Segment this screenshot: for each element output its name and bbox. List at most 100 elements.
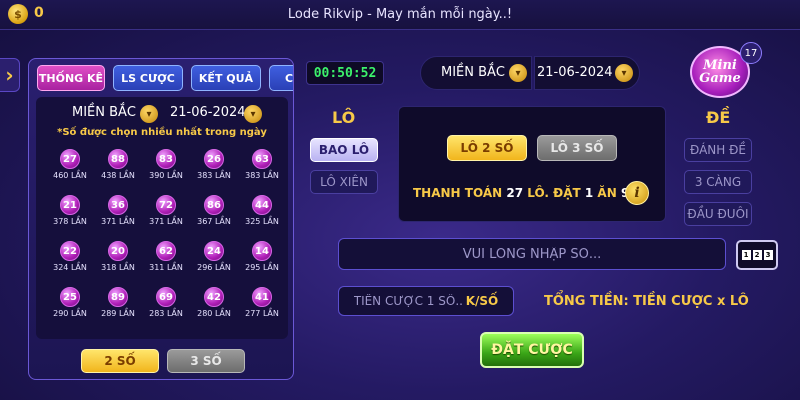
stat-count: 280 LẦN [197,309,231,318]
stat-count: 289 LẦN [101,309,135,318]
number-ball[interactable]: 22 [60,241,80,261]
lo-title: LÔ [332,108,356,127]
three-digit-button[interactable]: 3 SỐ [167,349,245,373]
stat-count: 311 LẦN [149,263,183,272]
payout-bet-value: 1 [584,186,594,200]
number-ball[interactable]: 24 [204,241,224,261]
stat-count: 325 LẦN [245,217,279,226]
number-ball[interactable]: 83 [156,149,176,169]
chevron-down-icon[interactable]: ▾ [615,64,633,82]
stat-count: 371 LẦN [149,217,183,226]
stat-item: 72 371 LẦN [144,195,188,226]
number-ball[interactable]: 36 [108,195,128,215]
stat-count: 295 LẦN [245,263,279,272]
most-picked-note: *Số được chọn nhiều nhất trong ngày [57,127,267,138]
payout-pay-value: 27 [506,186,524,200]
stat-item: 86 367 LẦN [192,195,236,226]
date-select[interactable]: 21-06-2024 ▾ [534,56,640,90]
dau-duoi-option[interactable]: ĐẦU ĐUÔI [684,202,752,226]
number-ball[interactable]: 69 [156,287,176,307]
stat-item: 44 325 LẦN [240,195,284,226]
stat-count: 383 LẦN [245,171,279,180]
stat-item: 36 371 LẦN [96,195,140,226]
payout-win-label: ĂN [597,186,617,200]
number-ball[interactable]: 63 [252,149,272,169]
app-title: Lode Rikvip - May mắn mỗi ngày..! [287,7,513,22]
region-label: MIỀN BẮC [441,65,506,80]
two-digit-button[interactable]: 2 SỐ [81,349,159,373]
tab-bet-history[interactable]: LS CƯỢC [113,65,183,91]
number-ball[interactable]: 44 [252,195,272,215]
total-label: TỔNG TIỀN: TIỀN CƯỢC x LÔ [544,294,749,309]
lo-2-so-button[interactable]: LÔ 2 SỐ [447,135,527,161]
stat-item: 88 438 LẦN [96,149,140,180]
top-bar: $ 0 Lode Rikvip - May mắn mỗi ngày..! [0,0,800,30]
stat-item: 89 289 LẦN [96,287,140,318]
stat-item: 42 280 LẦN [192,287,236,318]
lo-3-so-button[interactable]: LÔ 3 SỐ [537,135,617,161]
number-ball[interactable]: 86 [204,195,224,215]
number-ball[interactable]: 14 [252,241,272,261]
number-ball[interactable]: 42 [204,287,224,307]
number-input[interactable] [339,239,725,269]
lo-xien-option[interactable]: LÔ XIÊN [310,170,378,194]
stat-count: 296 LẦN [197,263,231,272]
number-ball[interactable]: 89 [108,287,128,307]
bet-type-panel: LÔ 2 SỐ LÔ 3 SỐ THANH TOÁN 27 LÔ. ĐẶT 1 … [398,106,666,222]
number-ball[interactable]: 88 [108,149,128,169]
number-ball[interactable]: 27 [60,149,80,169]
statistics-panel: THỐNG KÊ LS CƯỢC KẾT QUẢ C MIỀN BẮC ▾ 21… [28,58,294,380]
stat-count: 283 LẦN [149,309,183,318]
stake-input-box: K/SỐ [338,286,514,316]
stat-item: 62 311 LẦN [144,241,188,272]
stat-count: 460 LẦN [53,171,87,180]
stat-item: 25 290 LẦN [48,287,92,318]
stat-item: 20 318 LẦN [96,241,140,272]
stat-item: 83 390 LẦN [144,149,188,180]
stat-count: 318 LẦN [101,263,135,272]
stat-count: 324 LẦN [53,263,87,272]
countdown-timer: 00:50:52 [306,61,384,85]
stake-input[interactable] [353,287,464,315]
tab-results[interactable]: KẾT QUẢ [191,65,261,91]
number-ball[interactable]: 26 [204,149,224,169]
statistics-inner: MIỀN BẮC ▾ 21-06-2024 ▾ *Số được chọn nh… [36,97,288,339]
stat-item: 63 383 LẦN [240,149,284,180]
stats-region-select[interactable]: MIỀN BẮC [72,105,136,120]
number-ball[interactable]: 41 [252,287,272,307]
chevron-down-icon[interactable]: ▾ [140,105,158,123]
minigame-badge: 17 [740,42,762,64]
stat-count: 378 LẦN [53,217,87,226]
stats-date-select[interactable]: 21-06-2024 [170,105,246,120]
info-icon[interactable]: i [625,181,649,205]
number-ball[interactable]: 21 [60,195,80,215]
bao-lo-option[interactable]: BAO LÔ [310,138,378,162]
region-select[interactable]: MIỀN BẮC ▾ [420,56,532,90]
number-ball[interactable]: 72 [156,195,176,215]
stat-item: 27 460 LẦN [48,149,92,180]
chevron-down-icon[interactable]: ▾ [509,64,527,82]
stat-count: 367 LẦN [197,217,231,226]
stat-count: 438 LẦN [101,171,135,180]
payout-prefix: THANH TOÁN [413,186,503,200]
number-ball[interactable]: 20 [108,241,128,261]
stat-count: 277 LẦN [245,309,279,318]
danh-de-option[interactable]: ĐÁNH ĐỀ [684,138,752,162]
payout-mid: LÔ. ĐẶT [527,186,581,200]
place-bet-button[interactable]: ĐẶT CƯỢC [480,332,584,368]
tab-statistics[interactable]: THỐNG KÊ [37,65,105,91]
chevron-down-icon[interactable]: ▾ [244,105,262,123]
chevron-right-icon[interactable]: › [0,58,20,92]
stat-count: 290 LẦN [53,309,87,318]
date-label: 21-06-2024 [537,65,613,80]
keypad-icon[interactable]: 123 [736,240,778,270]
stake-unit: K/SỐ [465,294,499,308]
number-ball[interactable]: 25 [60,287,80,307]
number-ball[interactable]: 62 [156,241,176,261]
stat-item: 14 295 LẦN [240,241,284,272]
stat-item: 21 378 LẦN [48,195,92,226]
tab-more[interactable]: C [269,65,293,91]
stat-count: 390 LẦN [149,171,183,180]
3-cang-option[interactable]: 3 CÀNG [684,170,752,194]
stat-item: 41 277 LẦN [240,287,284,318]
